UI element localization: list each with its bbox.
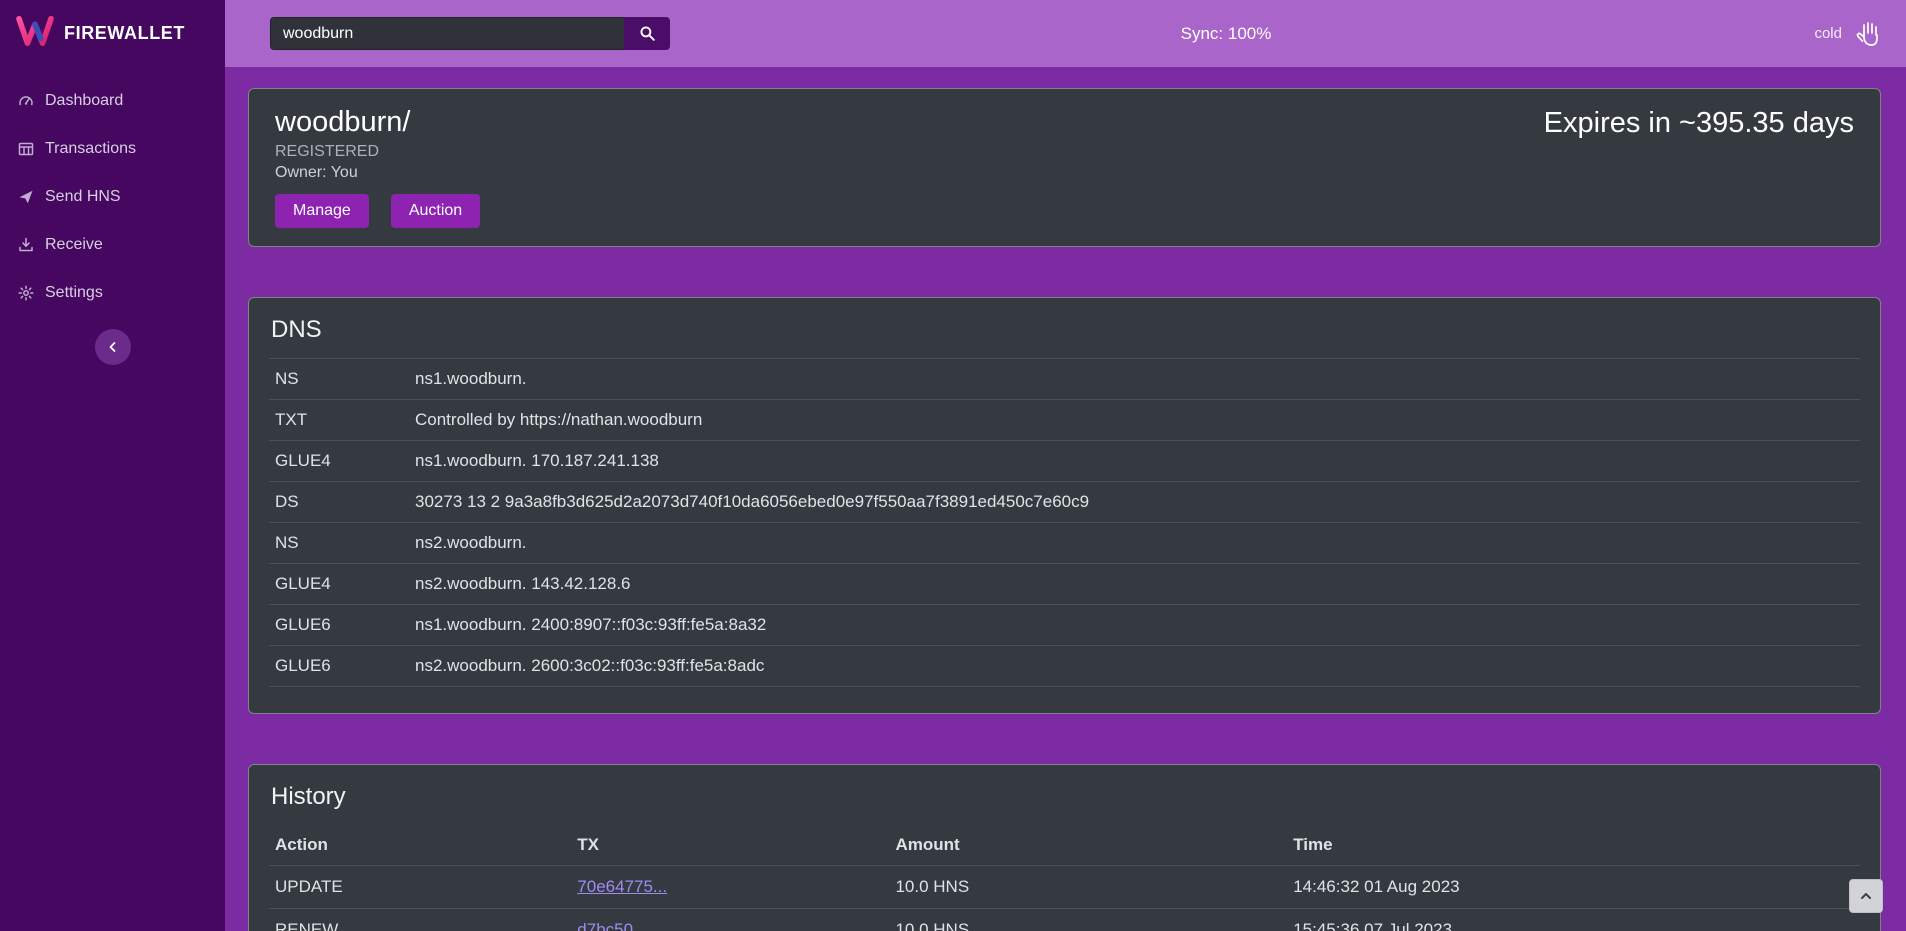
sidebar-item-label: Transactions <box>45 140 136 158</box>
history-action: RENEW <box>269 909 571 931</box>
sidebar-item-label: Send HNS <box>45 188 121 206</box>
app-window: FIREWALLET Dashboard Transactions Send HNS… <box>0 0 1906 931</box>
history-row: RENEW d7bc50... 10.0 HNS15:45:36 07 Jul 20… <box>269 909 1860 931</box>
dns-record-row: GLUE4ns1.woodburn. 170.187.241.138 <box>269 440 1860 481</box>
dns-record-value: ns2.woodburn. <box>415 533 1854 553</box>
history-time: 14:46:32 01 Aug 2023 <box>1287 866 1860 909</box>
dns-record-row: GLUE6ns1.woodburn. 2400:8907::f03c:93ff:… <box>269 604 1860 645</box>
sidebar-item-send-hns[interactable]: Send HNS <box>0 173 225 221</box>
receive-icon <box>18 237 34 253</box>
dns-record-type: GLUE4 <box>275 451 415 471</box>
history-row: UPDATE 70e64775... 10.0 HNS14:46:32 01 Aug… <box>269 866 1860 909</box>
dns-record-row: NSns1.woodburn. <box>269 358 1860 399</box>
dns-record-value: ns2.woodburn. 143.42.128.6 <box>415 574 1854 594</box>
sync-status: Sync: 100% <box>1181 24 1272 44</box>
chevron-left-icon <box>105 339 121 355</box>
dns-record-value: 30273 13 2 9a3a8fb3d625d2a2073d740f10da6… <box>415 492 1854 512</box>
main-column: Sync: 100% cold woodburn/ REGISTERED Own… <box>225 0 1906 931</box>
domain-expiry: Expires in ~395.35 days <box>1544 107 1854 140</box>
dns-record-type: GLUE4 <box>275 574 415 594</box>
history-col-time: Time <box>1287 825 1860 866</box>
domain-actions: Manage Auction <box>275 194 1854 228</box>
history-amount: 10.0 HNS <box>889 866 1287 909</box>
sidebar-item-label: Receive <box>45 236 103 254</box>
history-card: History ActionTXAmountTime UPDATE 70e6477… <box>248 764 1881 931</box>
scroll-top-button[interactable] <box>1849 879 1883 913</box>
dns-title: DNS <box>249 298 1880 358</box>
dashboard-icon <box>18 93 34 109</box>
sidebar-item-receive[interactable]: Receive <box>0 221 225 269</box>
dns-table: NSns1.woodburn.TXTControlled by https://… <box>269 358 1860 687</box>
search-group <box>270 17 670 50</box>
dns-record-value: ns1.woodburn. 2400:8907::f03c:93ff:fe5a:… <box>415 615 1854 635</box>
sidebar-item-settings[interactable]: Settings <box>0 269 225 317</box>
dns-record-type: DS <box>275 492 415 512</box>
dns-record-type: GLUE6 <box>275 615 415 635</box>
sidebar-item-label: Dashboard <box>45 92 123 110</box>
history-amount: 10.0 HNS <box>889 909 1287 931</box>
dns-record-type: NS <box>275 369 415 389</box>
search-button[interactable] <box>624 17 670 50</box>
dns-record-value: Controlled by https://nathan.woodburn <box>415 410 1854 430</box>
dns-record-value: ns1.woodburn. <box>415 369 1854 389</box>
manage-button[interactable]: Manage <box>275 194 369 228</box>
hand-logo-icon <box>1852 17 1886 51</box>
sidebar-item-label: Settings <box>45 284 103 302</box>
history-col-action: Action <box>269 825 571 866</box>
topbar: Sync: 100% cold <box>225 0 1906 67</box>
brand[interactable]: FIREWALLET <box>0 0 225 67</box>
transactions-icon <box>18 141 34 157</box>
dns-card: DNS NSns1.woodburn.TXTControlled by http… <box>248 297 1881 714</box>
dns-record-value: ns1.woodburn. 170.187.241.138 <box>415 451 1854 471</box>
history-table: ActionTXAmountTime UPDATE 70e64775... 10.0… <box>269 825 1860 931</box>
tx-link[interactable]: d7bc50... <box>577 920 647 931</box>
history-col-amount: Amount <box>889 825 1287 866</box>
sidebar-nav: Dashboard Transactions Send HNS Receive Sett… <box>0 67 225 317</box>
search-icon <box>639 25 656 42</box>
domain-card: woodburn/ REGISTERED Owner: You Manage A… <box>248 88 1881 247</box>
sidebar-item-dashboard[interactable]: Dashboard <box>0 77 225 125</box>
history-action: UPDATE <box>269 866 571 909</box>
dns-record-value: ns2.woodburn. 2600:3c02::f03c:93ff:fe5a:… <box>415 656 1854 676</box>
domain-status: REGISTERED <box>275 143 1854 161</box>
domain-owner: Owner: You <box>275 164 1854 182</box>
caret-up-icon <box>1858 888 1874 904</box>
dns-record-row: TXTControlled by https://nathan.woodburn <box>269 399 1860 440</box>
brand-name: FIREWALLET <box>64 23 185 44</box>
settings-icon <box>18 285 34 301</box>
tx-link[interactable]: 70e64775... <box>577 877 667 896</box>
history-col-tx: TX <box>571 825 889 866</box>
dns-record-row: GLUE6ns2.woodburn. 2600:3c02::f03c:93ff:… <box>269 645 1860 686</box>
main-content: woodburn/ REGISTERED Owner: You Manage A… <box>225 67 1906 931</box>
history-header-row: ActionTXAmountTime <box>269 825 1860 866</box>
wallet-selector[interactable]: cold <box>1814 17 1886 51</box>
send-icon <box>18 189 34 205</box>
history-time: 15:45:36 07 Jul 2023 <box>1287 909 1860 931</box>
auction-button[interactable]: Auction <box>391 194 480 228</box>
dns-record-row: NSns2.woodburn. <box>269 522 1860 563</box>
sidebar-item-transactions[interactable]: Transactions <box>0 125 225 173</box>
search-input[interactable] <box>270 17 624 50</box>
sidebar-collapse-button[interactable] <box>95 329 131 365</box>
dns-record-type: GLUE6 <box>275 656 415 676</box>
firewallet-logo-icon <box>16 15 54 52</box>
dns-record-row: GLUE4ns2.woodburn. 143.42.128.6 <box>269 563 1860 604</box>
wallet-mode-label: cold <box>1814 25 1842 42</box>
sidebar: FIREWALLET Dashboard Transactions Send HNS… <box>0 0 225 931</box>
history-title: History <box>249 765 1880 825</box>
dns-record-type: TXT <box>275 410 415 430</box>
dns-record-type: NS <box>275 533 415 553</box>
dns-record-row: DS30273 13 2 9a3a8fb3d625d2a2073d740f10d… <box>269 481 1860 522</box>
